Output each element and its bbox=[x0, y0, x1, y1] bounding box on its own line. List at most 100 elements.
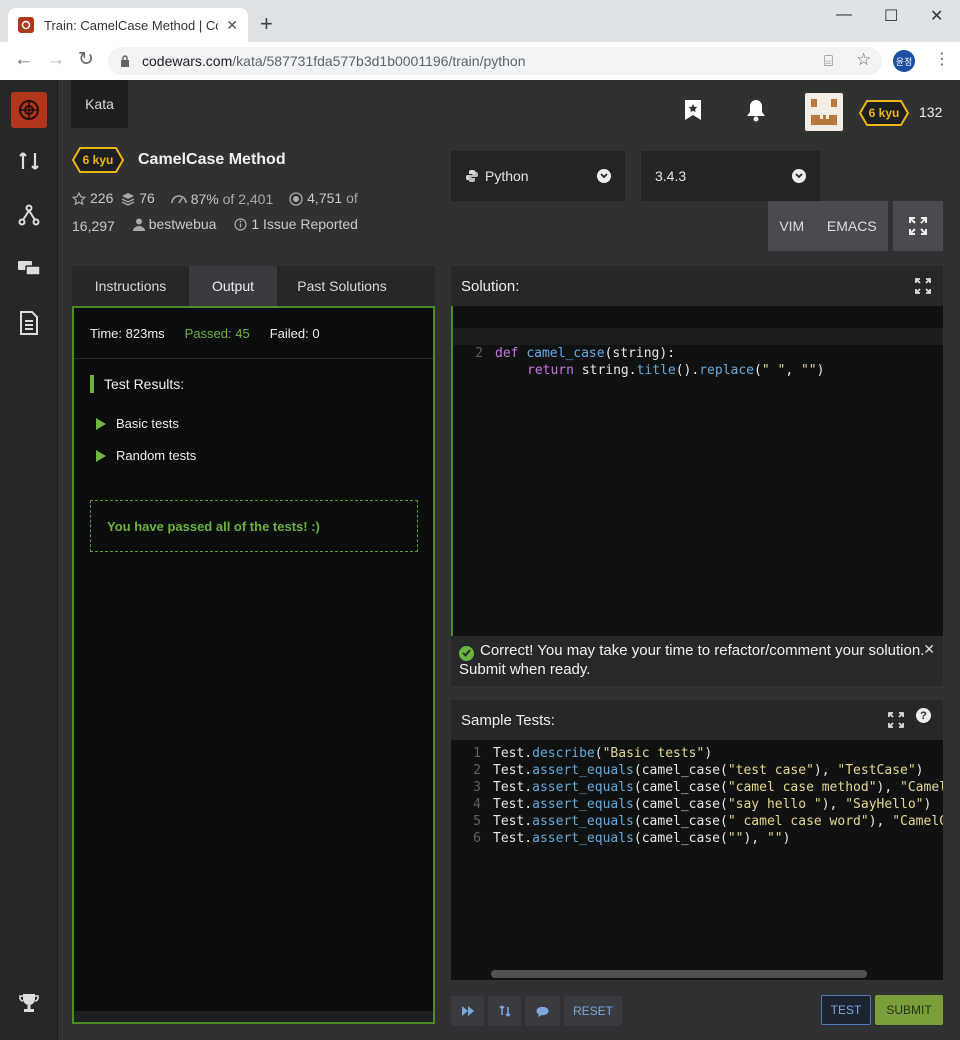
output-summary: Time: 823ms Passed: 45 Failed: 0 bbox=[74, 308, 433, 359]
browser-toolbar: ← → ↻ codewars.com/kata/587731fda577b3d1… bbox=[0, 42, 960, 80]
test-code-line: 5 Test.assert_equals(camel_case(" camel c… bbox=[473, 814, 943, 829]
user-rank-label: 6 kyu bbox=[868, 106, 900, 120]
tab-output[interactable]: Output bbox=[189, 266, 277, 306]
user-avatar[interactable] bbox=[805, 93, 843, 131]
editor-mode-bar: VIM EMACS bbox=[768, 201, 888, 251]
back-icon[interactable]: ← bbox=[14, 50, 33, 70]
practice-icon[interactable] bbox=[16, 148, 42, 174]
tab-title: Train: CamelCase Method | Cod bbox=[44, 17, 219, 33]
discussion-icon[interactable] bbox=[16, 256, 42, 282]
solution-title: Solution: bbox=[461, 277, 520, 295]
tab-close-icon[interactable]: ✕ bbox=[226, 17, 238, 34]
stars-stat[interactable]: 226 bbox=[72, 187, 113, 210]
kata-rank-badge: 6 kyu bbox=[72, 147, 124, 173]
info-circle-icon bbox=[234, 217, 247, 231]
sample-tests-editor[interactable]: 1 Test.describe("Basic tests") 2 Test.asse… bbox=[451, 740, 943, 980]
solution-editor[interactable]: 1 def camel_case(string): 2 return strin… bbox=[451, 306, 943, 636]
code-line-active: 2 return string.title().replace(" ", "") bbox=[453, 328, 943, 378]
test-code-line: 4 Test.assert_equals(camel_case("say hell… bbox=[473, 797, 932, 812]
submit-button[interactable]: SUBMIT bbox=[875, 995, 943, 1025]
stack-icon bbox=[121, 192, 135, 206]
notice-text: Correct! You may take your time to refac… bbox=[459, 642, 925, 678]
sample-tests-header: Sample Tests: bbox=[451, 700, 943, 740]
test-code-line: 6 Test.assert_equals(camel_case(""), "") bbox=[473, 831, 791, 846]
test-code-line: 3 Test.assert_equals(camel_case("camel ca… bbox=[473, 780, 943, 795]
emacs-mode-button[interactable]: EMACS bbox=[827, 218, 877, 234]
notice-close-icon[interactable]: ✕ bbox=[923, 640, 935, 658]
window-close-icon[interactable]: ✕ bbox=[930, 6, 943, 26]
time-label: Time: 823ms bbox=[90, 325, 165, 341]
version-label: 3.4.3 bbox=[655, 168, 687, 184]
language-label: Python bbox=[485, 168, 529, 184]
run-forward-button[interactable] bbox=[451, 996, 484, 1026]
code-line: 1 def camel_case(string): bbox=[475, 329, 676, 361]
url-text: codewars.com/kata/587731fda577b3d1b00011… bbox=[142, 53, 526, 69]
issues-link[interactable]: 1 Issue Reported bbox=[234, 213, 358, 236]
test-group-basic[interactable]: Basic tests bbox=[96, 416, 179, 431]
minimize-icon[interactable]: — bbox=[836, 6, 852, 24]
version-select[interactable]: 3.4.3 bbox=[641, 151, 820, 201]
test-code-line: 2 Test.assert_equals(camel_case("test cas… bbox=[473, 763, 924, 778]
passed-message: You have passed all of the tests! :) bbox=[90, 500, 418, 552]
profile-avatar[interactable]: 윤정 bbox=[893, 50, 915, 72]
discuss-button[interactable] bbox=[525, 996, 560, 1026]
trophy-icon[interactable] bbox=[16, 990, 42, 1016]
expand-icon bbox=[909, 217, 927, 235]
reset-button[interactable]: RESET bbox=[564, 996, 622, 1026]
tab-instructions[interactable]: Instructions bbox=[72, 266, 189, 306]
tab-strip: Train: CamelCase Method | Cod ✕ + — ☐ ✕ bbox=[0, 0, 960, 42]
reload-icon[interactable]: ↻ bbox=[78, 50, 94, 70]
success-notice: Correct! You may take your time to refac… bbox=[451, 636, 943, 686]
notifications-bell-icon[interactable] bbox=[744, 98, 768, 122]
user-icon bbox=[132, 218, 145, 231]
codewars-logo-icon[interactable] bbox=[11, 92, 47, 128]
codewars-favicon-icon bbox=[18, 17, 34, 33]
kata-rank-label: 6 kyu bbox=[82, 153, 114, 167]
vim-mode-button[interactable]: VIM bbox=[779, 218, 804, 234]
maximize-icon[interactable]: ☐ bbox=[884, 6, 898, 26]
horizontal-scrollbar[interactable] bbox=[491, 970, 867, 978]
translate-icon[interactable]: ⌸ bbox=[824, 52, 833, 72]
swap-icon bbox=[498, 1005, 511, 1017]
browser-tab[interactable]: Train: CamelCase Method | Cod ✕ bbox=[8, 8, 248, 42]
bookmark-star-icon[interactable]: ☆ bbox=[856, 50, 871, 70]
passed-label: Passed: 45 bbox=[184, 325, 250, 341]
failed-label: Failed: 0 bbox=[269, 325, 320, 341]
test-group-random[interactable]: Random tests bbox=[96, 448, 196, 463]
fork-solution-button[interactable] bbox=[488, 996, 521, 1026]
kata-stats: 226 76 87% of 2,401 4,751 of 16,297 best… bbox=[72, 187, 432, 238]
output-scroll-footer bbox=[74, 1011, 433, 1022]
language-chevron-down-icon bbox=[597, 169, 611, 183]
star-icon bbox=[72, 191, 86, 205]
completed-total: 16,297 bbox=[72, 217, 115, 234]
expand-triangle-icon bbox=[96, 449, 106, 462]
fullscreen-button[interactable] bbox=[893, 201, 943, 251]
language-select[interactable]: Python bbox=[451, 151, 625, 201]
python-icon bbox=[466, 170, 478, 182]
fork-icon[interactable] bbox=[16, 202, 42, 228]
tab-past-solutions[interactable]: Past Solutions bbox=[277, 266, 407, 306]
completed-stat: 4,751 of bbox=[289, 187, 358, 210]
kata-nav-tab[interactable]: Kata bbox=[71, 80, 128, 128]
forward-icon[interactable]: → bbox=[46, 50, 65, 70]
author-link[interactable]: bestwebua bbox=[132, 213, 216, 236]
bookmark-icon[interactable] bbox=[681, 98, 705, 122]
docs-icon[interactable] bbox=[16, 310, 42, 336]
solution-expand-icon[interactable] bbox=[915, 278, 931, 294]
user-rank-badge[interactable]: 6 kyu bbox=[859, 100, 909, 126]
kata-title: CamelCase Method bbox=[138, 151, 286, 168]
lock-icon bbox=[121, 55, 129, 67]
site-sidebar bbox=[0, 80, 58, 1040]
output-panel: Time: 823ms Passed: 45 Failed: 0 Test Re… bbox=[72, 306, 435, 1024]
menu-kebab-icon[interactable]: ⋮ bbox=[934, 50, 950, 70]
new-tab-icon[interactable]: + bbox=[260, 13, 273, 35]
test-button[interactable]: TEST bbox=[821, 995, 871, 1025]
address-bar[interactable]: codewars.com/kata/587731fda577b3d1b00011… bbox=[108, 47, 882, 75]
browser-chrome: Train: CamelCase Method | Cod ✕ + — ☐ ✕ … bbox=[0, 0, 960, 80]
satisfaction-stat: 87% of 2,401 bbox=[170, 188, 273, 211]
version-chevron-down-icon bbox=[792, 169, 806, 183]
collections-stat[interactable]: 76 bbox=[121, 187, 155, 210]
help-icon[interactable]: ? bbox=[916, 708, 931, 723]
fast-forward-icon bbox=[461, 1006, 474, 1016]
tests-expand-icon[interactable] bbox=[888, 712, 904, 728]
